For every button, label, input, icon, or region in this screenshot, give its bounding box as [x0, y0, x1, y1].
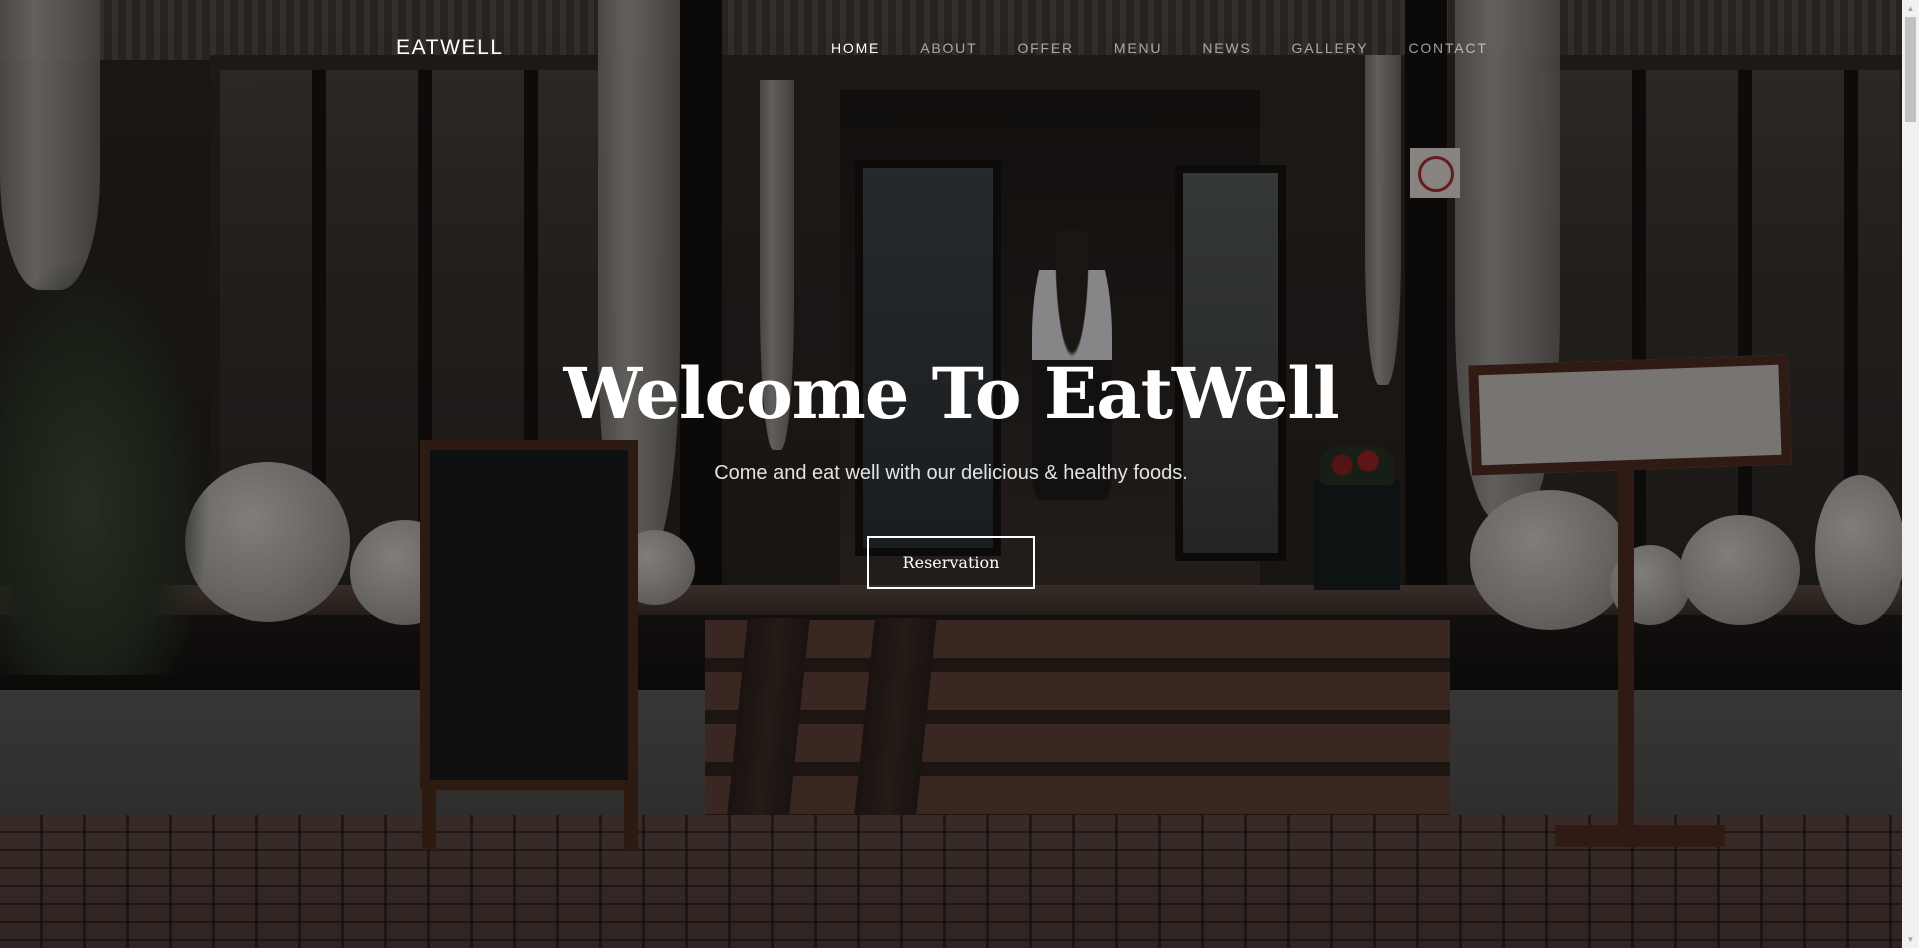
- scroll-up-arrow-icon[interactable]: ▲: [1902, 0, 1919, 17]
- hero-subtitle: Come and eat well with our delicious & h…: [714, 462, 1188, 484]
- scroll-down-arrow-icon[interactable]: ▼: [1902, 931, 1919, 948]
- page: EATWELL HOME ABOUT OFFER MENU NEWS GALLE…: [0, 0, 1919, 948]
- scrollbar-thumb[interactable]: [1905, 17, 1916, 122]
- hero-title: Welcome To EatWell: [563, 352, 1339, 435]
- vertical-scrollbar[interactable]: ▲ ▼: [1902, 0, 1919, 948]
- reservation-button[interactable]: Reservation: [867, 536, 1035, 589]
- hero-section: Welcome To EatWell Come and eat well wit…: [0, 0, 1902, 948]
